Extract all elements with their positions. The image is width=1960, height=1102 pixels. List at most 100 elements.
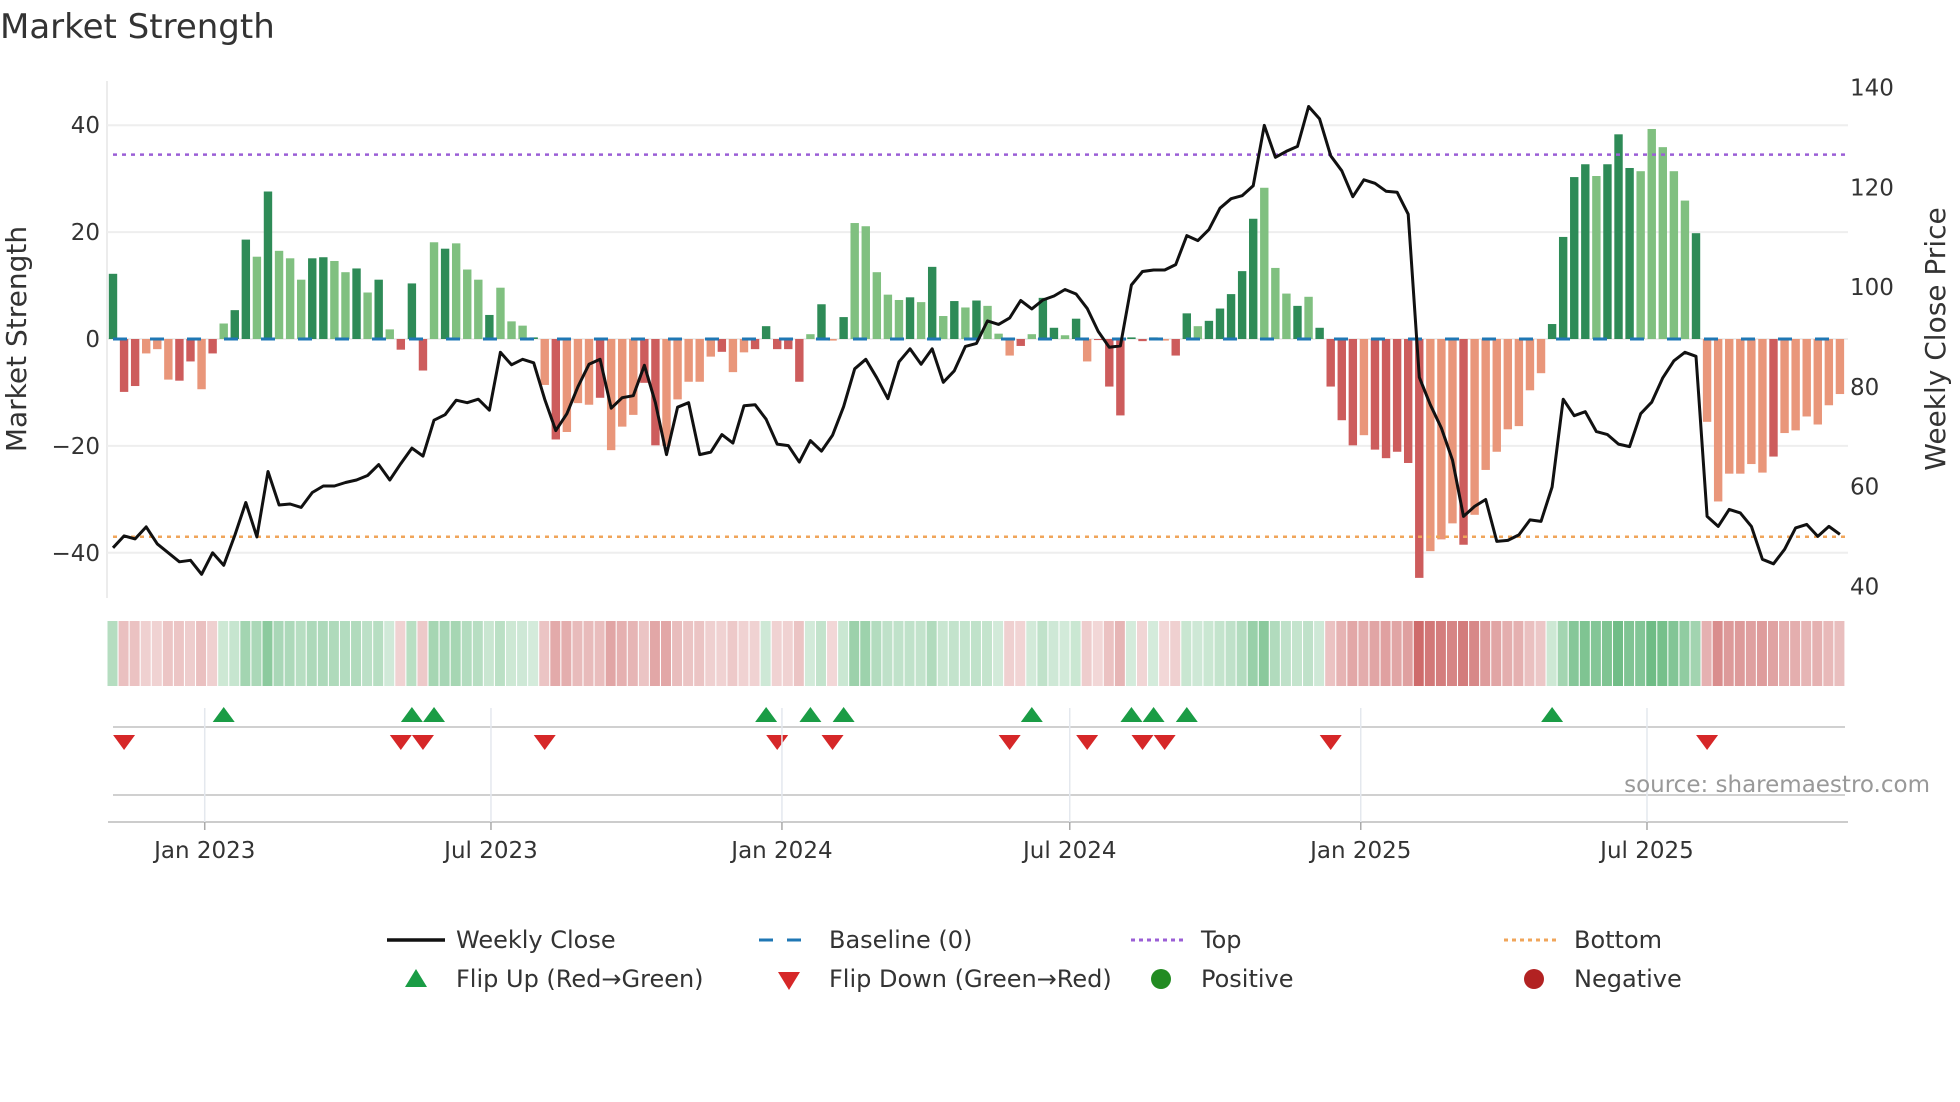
strength-bar (241, 239, 251, 339)
strip-cell (1491, 621, 1502, 686)
strength-bar (1249, 218, 1258, 339)
strength-bar (1260, 187, 1269, 339)
strip-cell (1148, 621, 1159, 686)
legend: Weekly Close Baseline (0) Top Bottom Fli… (387, 926, 1682, 993)
strength-bar (352, 268, 361, 339)
flip-up-marker (799, 707, 822, 722)
strip-cell (1779, 621, 1790, 686)
strip-cell (1435, 621, 1446, 686)
strip-cell (1325, 621, 1336, 686)
strip-cell (1369, 621, 1380, 686)
strip-cell (1225, 621, 1236, 686)
strip-cell (273, 621, 284, 686)
strip-cell (627, 621, 638, 686)
strength-bar (186, 339, 195, 362)
strength-bar (274, 250, 284, 339)
strength-bar (1127, 337, 1136, 339)
strip-cell (1170, 621, 1181, 686)
strip-cell (494, 621, 505, 686)
strip-cell (694, 621, 705, 686)
strip-cell (461, 621, 472, 686)
strip-cell (550, 621, 561, 686)
strip-cell (428, 621, 439, 686)
source-note: source: sharemaestro.com (1624, 772, 1930, 798)
strength-bar (1293, 305, 1302, 339)
strength-bar (175, 339, 184, 381)
strip-cell (1646, 621, 1657, 686)
strength-bar (1060, 335, 1070, 339)
strength-bar (1193, 326, 1203, 339)
y2-tick-label: 120 (1850, 175, 1894, 201)
strength-bar (451, 243, 461, 339)
strip-cell (838, 621, 849, 686)
strength-bar (1680, 200, 1690, 339)
strength-bar (407, 283, 417, 339)
strength-bar (1769, 339, 1778, 457)
strength-bar (263, 191, 273, 339)
y2-tick-label: 40 (1850, 574, 1879, 600)
strip-cell (472, 621, 483, 686)
flip-up-marker (1541, 707, 1564, 722)
strip-cell (1159, 621, 1170, 686)
strength-bar (850, 223, 859, 339)
y2-tick-label: 140 (1850, 76, 1894, 102)
strip-cell (295, 621, 306, 686)
strip-cell (118, 621, 129, 686)
strip-cell (683, 621, 694, 686)
strip-cell (384, 621, 395, 686)
flip-up-marker (1175, 707, 1198, 722)
flip-down-marker (766, 735, 789, 750)
strip-cell (1214, 621, 1225, 686)
strip-cell (173, 621, 184, 686)
strip-cell (351, 621, 362, 686)
strip-cell (1480, 621, 1491, 686)
strength-bar (142, 339, 151, 354)
strength-bar (1138, 339, 1147, 342)
strength-bar (1094, 339, 1103, 341)
strip-cell (1590, 621, 1601, 686)
strength-bar (496, 287, 505, 339)
strength-bar (1403, 339, 1413, 463)
flip-down-marker (821, 735, 844, 750)
strip-cell (1336, 621, 1347, 686)
strength-bar (839, 317, 848, 339)
strength-bar (1027, 334, 1037, 339)
strength-bar (1481, 339, 1490, 470)
strength-bar (806, 334, 815, 339)
strip-cell (904, 621, 915, 686)
strength-bar (1348, 339, 1358, 446)
strip-cell (705, 621, 716, 686)
strength-bar (728, 339, 738, 373)
legend-positive-icon (1151, 969, 1171, 989)
strip-cell (716, 621, 727, 686)
strength-bar (695, 339, 704, 382)
strength-bar (905, 297, 915, 339)
strip-cell (306, 621, 317, 686)
strip-cell (1103, 621, 1114, 686)
legend-flip-down: Flip Down (Green→Red) (829, 965, 1112, 993)
strength-bar (1636, 171, 1645, 339)
strip-cell (760, 621, 771, 686)
strength-bar (972, 300, 981, 339)
strip-cell (207, 621, 218, 686)
strength-bar (1824, 339, 1834, 406)
strip-cell (328, 621, 339, 686)
strip-cell (362, 621, 373, 686)
strength-bar (939, 316, 948, 339)
strength-bar (1813, 339, 1822, 425)
strength-bar (1581, 164, 1590, 339)
strip-cell (229, 621, 240, 686)
strip-cell (1037, 621, 1048, 686)
strip-cell (1192, 621, 1203, 686)
strength-bar (706, 339, 715, 357)
strength-bar (1071, 318, 1081, 339)
flip-down-marker (1696, 735, 1719, 750)
strength-bar (1658, 147, 1667, 339)
strip-cell (661, 621, 671, 686)
strength-bar (1226, 294, 1236, 339)
strength-bar (1326, 339, 1335, 387)
strength-bars (108, 128, 1845, 578)
x-tick-label: Jul 2023 (442, 838, 538, 864)
y-tick-label: 40 (71, 113, 100, 139)
strip-cell (251, 621, 262, 686)
